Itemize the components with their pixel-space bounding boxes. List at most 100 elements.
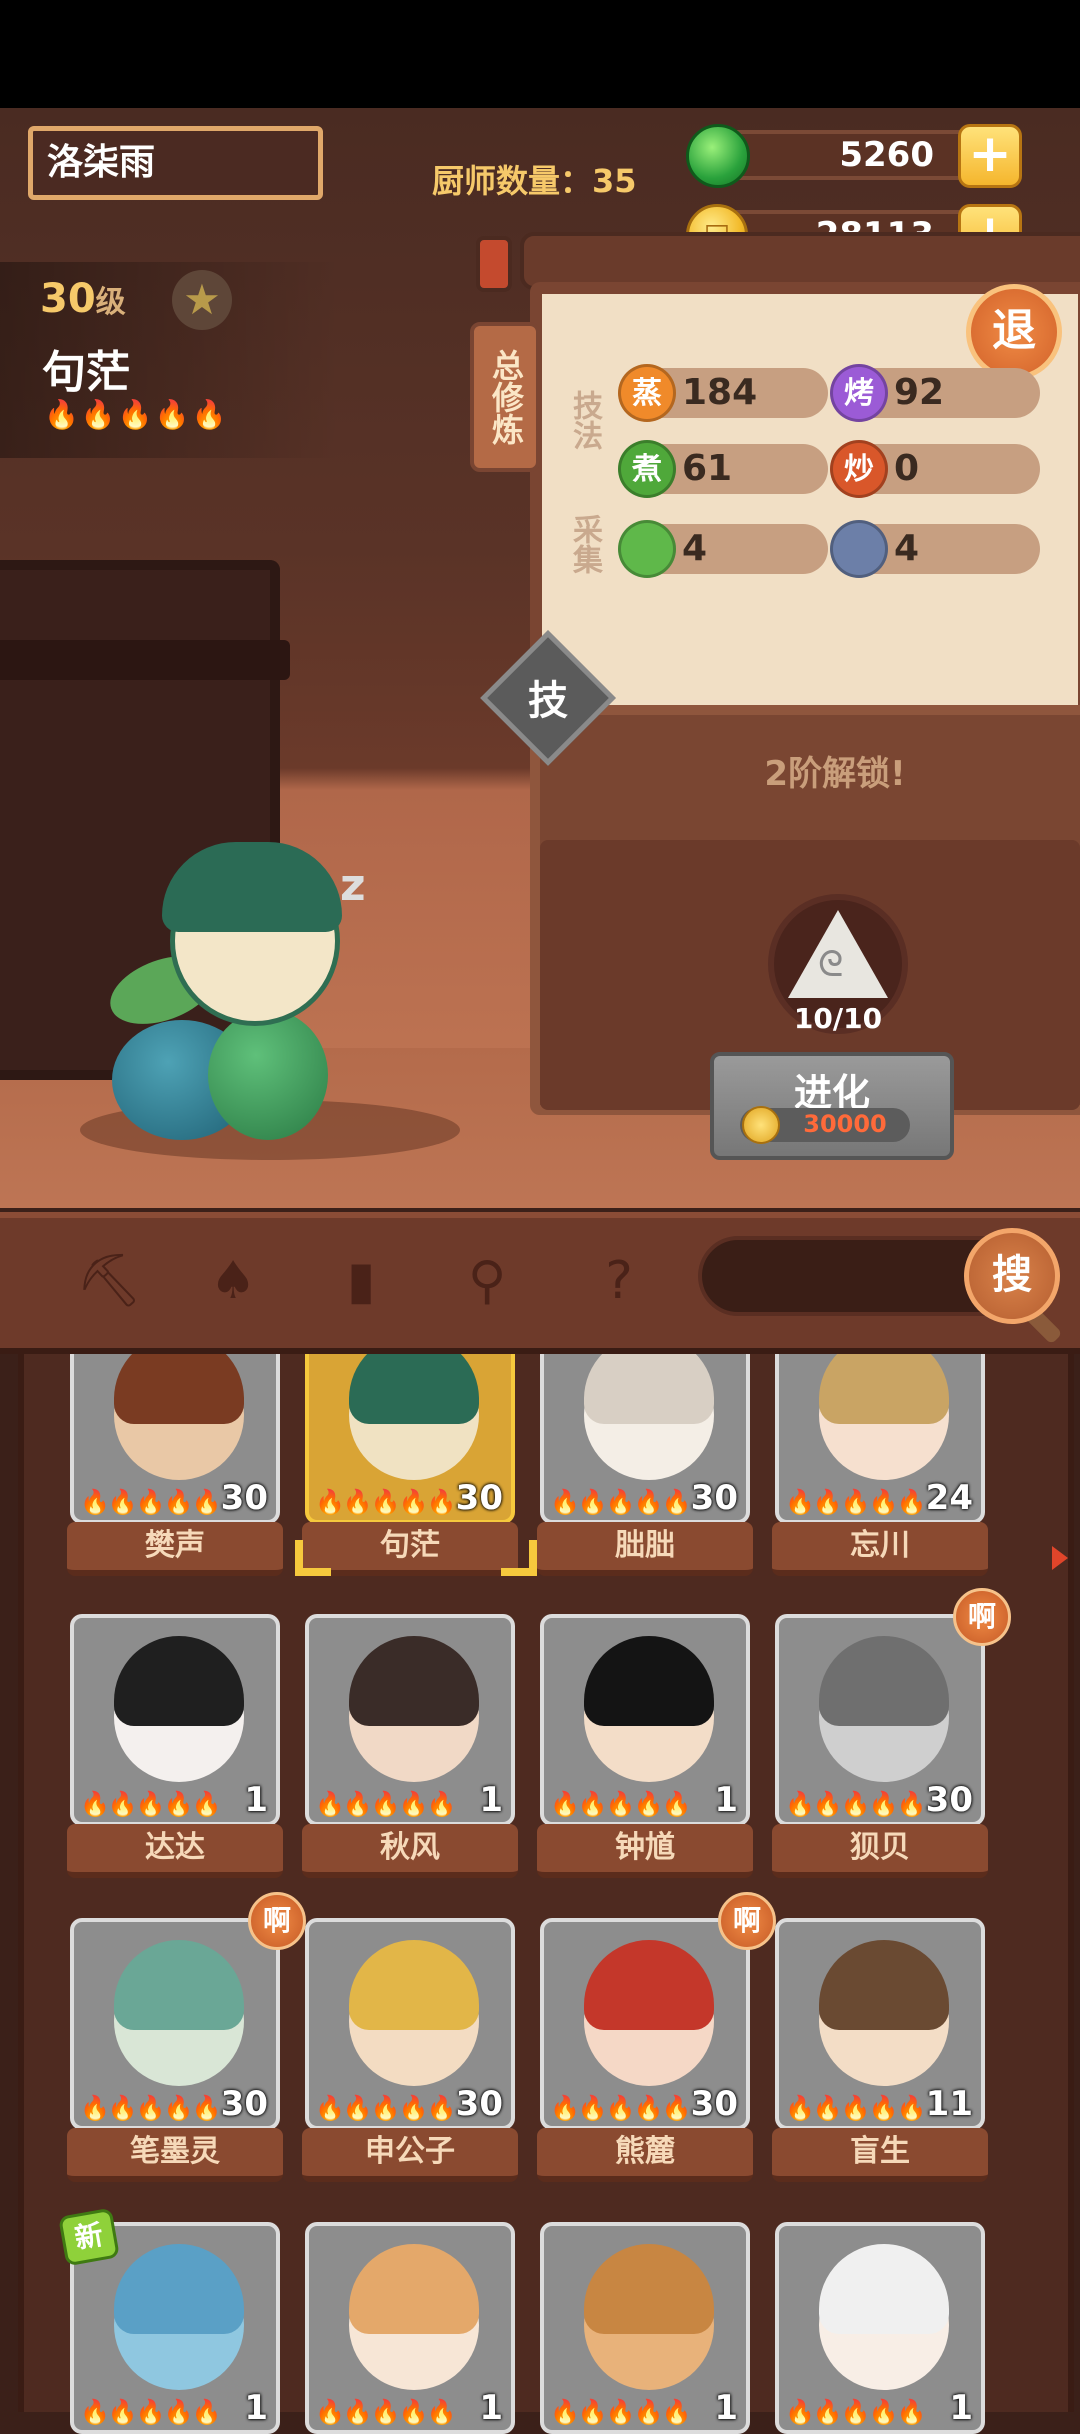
chef-card[interactable]: 🔥🔥🔥🔥🔥 30 xyxy=(775,1614,985,1826)
chef-level: 1 xyxy=(714,1780,738,1820)
chef-name-plate[interactable]: 朏朏 xyxy=(537,1522,753,1576)
chef-portrait-hair xyxy=(819,2244,949,2334)
chef-name-plate[interactable]: 盲生 xyxy=(772,2128,988,2182)
status-bar xyxy=(0,0,1080,108)
chef-level: 1 xyxy=(949,2388,973,2428)
chef-name-plate[interactable]: 句茫 xyxy=(302,1522,518,1576)
chef-level: 30 xyxy=(220,1478,268,1518)
chef-level: 30 xyxy=(455,1478,503,1518)
notification-badge: 啊 xyxy=(248,1892,306,1950)
chef-name-plate[interactable]: 秋风 xyxy=(302,1824,518,1878)
chef-level: 24 xyxy=(925,1478,973,1518)
chef-name-plate[interactable]: 熊麓 xyxy=(537,2128,753,2182)
rarity-flames: 🔥🔥🔥🔥🔥 xyxy=(550,1790,691,1818)
tab-peg xyxy=(476,236,512,292)
rarity-flames: 🔥🔥🔥🔥🔥 xyxy=(80,2398,221,2426)
evolve-count: 10/10 xyxy=(793,1002,883,1035)
chef-level: 30 xyxy=(455,2084,503,2124)
rarity-flames: 🔥🔥🔥🔥🔥 xyxy=(785,2094,926,2122)
rarity-flames: 🔥🔥🔥🔥🔥 xyxy=(315,1790,456,1818)
star-icon[interactable]: ★ xyxy=(172,270,232,330)
chef-level: 1 xyxy=(244,1780,268,1820)
chef-portrait-hair xyxy=(819,1940,949,2030)
chef-name-plate[interactable]: 钟馗 xyxy=(537,1824,753,1878)
chef-portrait-hair xyxy=(114,2244,244,2334)
roast-icon: 烤 xyxy=(830,364,888,422)
rarity-flames: 🔥🔥🔥🔥🔥 xyxy=(315,2398,456,2426)
chef-level: 30 xyxy=(690,1478,738,1518)
chef-card[interactable]: 🔥🔥🔥🔥🔥 11 xyxy=(775,1918,985,2130)
chef-name-plate[interactable]: 忘川 xyxy=(772,1522,988,1576)
chef-card[interactable]: 🔥🔥🔥🔥🔥 1 xyxy=(305,1614,515,1826)
chef-name-plate[interactable]: 狈贝 xyxy=(772,1824,988,1878)
swirl-icon: ᘓ xyxy=(818,944,844,985)
chef-card[interactable]: 🔥🔥🔥🔥🔥 1 xyxy=(70,1614,280,1826)
chef-card[interactable]: 🔥🔥🔥🔥🔥 1 xyxy=(305,2222,515,2434)
chef-level: 30 xyxy=(925,1780,973,1820)
chef-name-plate[interactable]: 达达 xyxy=(67,1824,283,1878)
chef-card[interactable]: 🔥🔥🔥🔥🔥 30 xyxy=(540,1918,750,2130)
add-jade-button[interactable]: + xyxy=(958,124,1022,188)
chef-name-plate[interactable]: 申公子 xyxy=(302,2128,518,2182)
chef-portrait-hair xyxy=(819,1636,949,1726)
stat-value: 61 xyxy=(682,448,733,489)
chef-level: 1 xyxy=(714,2388,738,2428)
rarity-flames: 🔥🔥🔥🔥🔥 xyxy=(80,2094,221,2122)
rarity-flames: 🔥🔥🔥🔥🔥 xyxy=(785,1790,926,1818)
gather-label: 采集 xyxy=(567,514,602,574)
chef-name-plate[interactable]: 笔墨灵 xyxy=(67,2128,283,2182)
chef-card[interactable]: 🔥🔥🔥🔥🔥 1 xyxy=(540,2222,750,2434)
map-question-icon[interactable]: ? xyxy=(584,1246,654,1316)
chef-level: 30 xyxy=(220,2084,268,2124)
notification-badge: 啊 xyxy=(953,1588,1011,1646)
spade-icon[interactable]: ♠ xyxy=(198,1246,268,1316)
chef-card[interactable]: 🔥🔥🔥🔥🔥 1 xyxy=(540,1614,750,1826)
chef-name-plate[interactable]: 樊声 xyxy=(67,1522,283,1576)
chef-level: 30 xyxy=(690,2084,738,2124)
rarity-flames: 🔥🔥🔥🔥🔥 xyxy=(315,1488,456,1516)
quit-button[interactable]: 退 xyxy=(966,284,1062,380)
selection-corner xyxy=(295,1540,331,1576)
chef-level: 30级 xyxy=(40,276,126,322)
player-name[interactable]: 洛柒雨 xyxy=(28,126,323,200)
chef-card[interactable]: 🔥🔥🔥🔥🔥 30 xyxy=(70,1918,280,2130)
boil-icon: 煮 xyxy=(618,440,676,498)
skill-label: 技 xyxy=(528,678,568,724)
chef-level: 1 xyxy=(479,1780,503,1820)
chef-portrait-hair xyxy=(114,1940,244,2030)
stat-value: 4 xyxy=(894,528,920,569)
chef-portrait-hair xyxy=(584,1636,714,1726)
rarity-flames: 🔥🔥🔥🔥🔥 xyxy=(550,2398,691,2426)
evolve-cost: 30000 xyxy=(803,1110,887,1138)
selection-corner xyxy=(501,1540,537,1576)
notification-badge: 啊 xyxy=(718,1892,776,1950)
sleep-icon: z xyxy=(340,860,366,911)
jar-icon[interactable]: ▮ xyxy=(326,1246,396,1316)
rarity-flames: 🔥🔥🔥🔥🔥 xyxy=(785,2398,926,2426)
tab-total-cultivation[interactable]: 总修炼 xyxy=(470,322,540,472)
technique-label: 技法 xyxy=(567,390,602,450)
rarity-flames: 🔥🔥🔥🔥🔥 xyxy=(550,1488,691,1516)
chef-portrait-hair xyxy=(584,2244,714,2334)
chef-portrait-hair xyxy=(349,2244,479,2334)
stirfry-icon: 炒 xyxy=(830,440,888,498)
chef-portrait-hair xyxy=(584,1940,714,2030)
chef-name: 句茫 xyxy=(42,347,130,398)
chef-card[interactable]: 🔥🔥🔥🔥🔥 1 xyxy=(775,2222,985,2434)
rarity-flames: 🔥🔥🔥🔥🔥 xyxy=(80,1488,221,1516)
rarity-flames: 🔥🔥🔥🔥🔥 xyxy=(315,2094,456,2122)
coin-icon xyxy=(742,1106,780,1144)
scroll-indicator[interactable] xyxy=(1052,1546,1068,1570)
shovel-icon[interactable]: ⛏ xyxy=(74,1246,144,1316)
chef-count: 厨师数量：35 xyxy=(432,162,637,200)
location-icon[interactable]: ⚲ xyxy=(452,1246,522,1316)
rarity-flames: 🔥🔥🔥🔥🔥 xyxy=(44,398,229,431)
jade-amount: 5260 xyxy=(839,135,934,175)
chef-card[interactable]: 🔥🔥🔥🔥🔥 30 xyxy=(305,1918,515,2130)
stat-value: 184 xyxy=(682,372,758,413)
green-bag xyxy=(208,1010,328,1140)
chef-portrait-hair xyxy=(114,1636,244,1726)
fish-icon xyxy=(830,520,888,578)
search-button[interactable]: 搜 xyxy=(964,1228,1060,1324)
chef-level: 1 xyxy=(244,2388,268,2428)
